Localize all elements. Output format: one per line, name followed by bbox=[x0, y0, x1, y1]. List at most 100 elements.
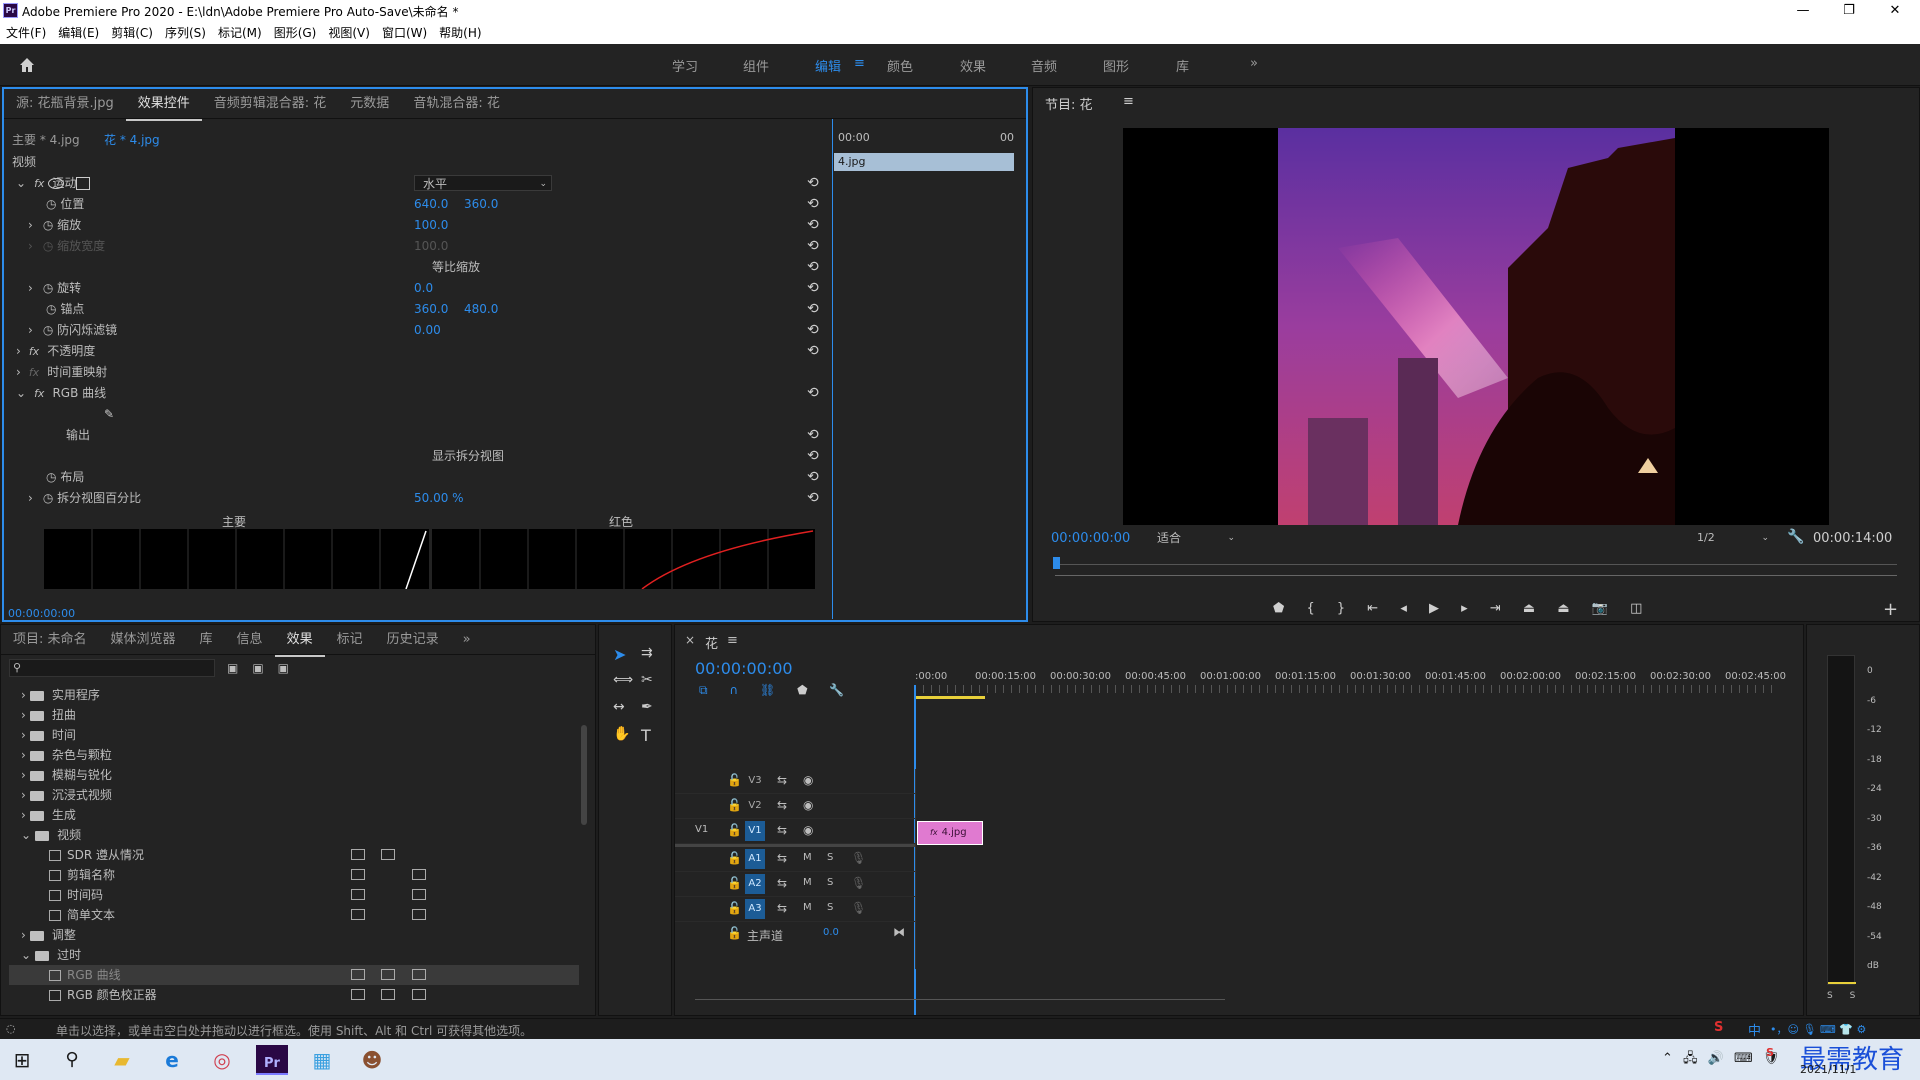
reset-icon[interactable]: ⟲ bbox=[807, 383, 819, 404]
step-back-icon[interactable]: ◂ bbox=[1400, 601, 1407, 616]
tree-item-rgb-color-corrector[interactable]: RGB 颜色校正器 bbox=[9, 985, 579, 1005]
mute-button[interactable]: M bbox=[803, 877, 812, 888]
image-viewer-icon[interactable]: ☻ bbox=[356, 1045, 388, 1075]
type-tool-icon[interactable]: T bbox=[641, 726, 651, 745]
program-resolution-dropdown[interactable]: 1/2 ⌄ bbox=[1691, 529, 1775, 547]
source-patch-v1[interactable]: V1 bbox=[695, 824, 708, 835]
reset-icon[interactable]: ⟲ bbox=[807, 341, 819, 362]
scale-value[interactable]: 100.0 bbox=[414, 215, 448, 236]
wrench-icon[interactable]: 🔧 bbox=[1787, 529, 1804, 545]
go-to-in-icon[interactable]: ⇤ bbox=[1367, 601, 1378, 616]
add-marker-icon[interactable]: ⬟ bbox=[797, 683, 807, 697]
timeline-timecode[interactable]: 00:00:00:00 bbox=[695, 659, 793, 678]
fx-opacity-row[interactable]: › fx 不透明度 ⟲ bbox=[4, 341, 829, 362]
start-windows-icon[interactable]: ⊞ bbox=[6, 1045, 38, 1075]
menu-sequence[interactable]: 序列(S) bbox=[159, 22, 212, 44]
lock-icon[interactable]: 🔓 bbox=[727, 798, 742, 812]
program-video-frame[interactable] bbox=[1123, 128, 1829, 525]
sync-lock-icon[interactable]: ⇆ bbox=[777, 851, 787, 865]
tab-project[interactable]: 项目: 未命名 bbox=[1, 625, 99, 655]
tree-item-sdr[interactable]: SDR 遵从情况 bbox=[9, 845, 579, 865]
stopwatch-icon[interactable]: ◷ bbox=[33, 281, 53, 295]
ime-mode[interactable]: 中 bbox=[1748, 1020, 1761, 1039]
timeline-horizontal-scroll[interactable] bbox=[695, 999, 1225, 1000]
lift-icon[interactable]: ⏏ bbox=[1523, 601, 1535, 616]
menu-window[interactable]: 窗口(W) bbox=[376, 22, 433, 44]
menu-edit[interactable]: 编辑(E) bbox=[52, 22, 105, 44]
menu-clip[interactable]: 剪辑(C) bbox=[105, 22, 159, 44]
tab-markers[interactable]: 标记 bbox=[325, 625, 375, 655]
tab-history[interactable]: 历史记录 bbox=[375, 625, 451, 655]
workspace-graphics[interactable]: 图形 bbox=[1103, 56, 1129, 75]
solo-button[interactable]: S bbox=[827, 877, 833, 888]
master-volume-value[interactable]: 0.0 bbox=[823, 927, 839, 938]
track-a1-target[interactable]: A1 bbox=[745, 849, 765, 869]
reset-icon[interactable]: ⟲ bbox=[807, 257, 819, 278]
tab-source[interactable]: 源: 花瓶背景.jpg bbox=[4, 89, 126, 119]
mute-button[interactable]: M bbox=[803, 902, 812, 913]
tree-item-timecode[interactable]: 时间码 bbox=[9, 885, 579, 905]
reset-icon[interactable]: ⟲ bbox=[807, 446, 819, 467]
maximize-button[interactable]: ❐ bbox=[1826, 0, 1872, 22]
tree-item-obsolete[interactable]: ⌄ 过时 bbox=[9, 945, 579, 965]
razor-tool-icon[interactable]: ✂ bbox=[641, 672, 653, 688]
tray-sogou-icon[interactable]: S bbox=[1766, 1046, 1774, 1059]
tree-item-simple-text[interactable]: 简单文本 bbox=[9, 905, 579, 925]
flicker-value[interactable]: 0.00 bbox=[414, 320, 441, 341]
tab-effect-controls[interactable]: 效果控件 bbox=[125, 89, 202, 121]
sogou-ime-icon[interactable]: S bbox=[1714, 1020, 1723, 1035]
slip-tool-icon[interactable]: ↔ bbox=[613, 699, 625, 715]
mute-button[interactable]: M bbox=[803, 852, 812, 863]
tree-item-rgb-curves[interactable]: RGB 曲线 bbox=[9, 965, 579, 985]
workspace-libraries[interactable]: 库 bbox=[1176, 56, 1189, 75]
panel-menu-icon[interactable]: ≡ bbox=[1123, 94, 1134, 109]
tree-item-time[interactable]: › 时间 bbox=[9, 725, 579, 745]
menu-help[interactable]: 帮助(H) bbox=[433, 22, 487, 44]
solo-button[interactable]: S bbox=[827, 902, 833, 913]
tree-item-generate[interactable]: › 生成 bbox=[9, 805, 579, 825]
program-title[interactable]: 节目: 花 bbox=[1045, 94, 1093, 113]
workspace-editing[interactable]: 编辑 bbox=[815, 56, 841, 75]
home-icon[interactable] bbox=[18, 56, 36, 74]
anchor-y-value[interactable]: 480.0 bbox=[464, 299, 498, 320]
meter-solo-buttons[interactable]: S S bbox=[1827, 991, 1855, 1001]
wrench-icon[interactable]: 🔧 bbox=[829, 683, 844, 697]
hand-tool-icon[interactable]: ✋ bbox=[613, 726, 630, 742]
nest-icon[interactable]: ⧉ bbox=[699, 683, 708, 697]
premiere-taskbar-icon[interactable]: Pr bbox=[256, 1045, 288, 1075]
mini-clip-bar[interactable]: 4.jpg bbox=[834, 153, 1014, 171]
mic-icon[interactable]: 🎙 bbox=[851, 876, 866, 890]
edge-browser-icon[interactable]: e bbox=[156, 1045, 188, 1075]
work-area-bar[interactable] bbox=[915, 696, 985, 699]
mic-icon[interactable]: 🎙 bbox=[851, 901, 866, 915]
tree-item-noise-grain[interactable]: › 杂色与颗粒 bbox=[9, 745, 579, 765]
tree-item-clip-name[interactable]: 剪辑名称 bbox=[9, 865, 579, 885]
stopwatch-icon[interactable]: ◷ bbox=[33, 323, 53, 337]
menu-graphics[interactable]: 图形(G) bbox=[268, 22, 323, 44]
eye-icon[interactable]: ◉ bbox=[803, 798, 813, 812]
app-icon[interactable]: ◎ bbox=[206, 1045, 238, 1075]
split-percent-value[interactable]: 50.00 % bbox=[414, 488, 464, 509]
close-button[interactable]: ✕ bbox=[1872, 0, 1918, 22]
effects-scrollbar[interactable] bbox=[581, 725, 587, 825]
file-explorer-icon[interactable]: ▰ bbox=[106, 1045, 138, 1075]
workspace-effects[interactable]: 效果 bbox=[960, 56, 986, 75]
master-clip-label[interactable]: 主要 * 4.jpg bbox=[12, 131, 80, 148]
menu-view[interactable]: 视图(V) bbox=[322, 22, 376, 44]
tab-media-browser[interactable]: 媒体浏览器 bbox=[99, 625, 188, 655]
reset-icon[interactable]: ⟲ bbox=[807, 425, 819, 446]
tree-item-blur-sharpen[interactable]: › 模糊与锐化 bbox=[9, 765, 579, 785]
track-a3-target[interactable]: A3 bbox=[745, 899, 765, 919]
workspace-audio[interactable]: 音频 bbox=[1031, 56, 1057, 75]
mini-playhead[interactable] bbox=[832, 119, 833, 619]
track-select-tool-icon[interactable]: ⇉ bbox=[641, 645, 653, 661]
effects-filter-buttons[interactable]: ▣▣▣ bbox=[227, 661, 303, 675]
reset-icon[interactable]: ⟲ bbox=[807, 320, 819, 341]
timeline-vertical-scroll[interactable] bbox=[1787, 705, 1793, 1005]
master-bowtie-icon[interactable]: ⧓ bbox=[893, 925, 905, 939]
snap-icon[interactable]: ∩ bbox=[729, 683, 738, 697]
sync-lock-icon[interactable]: ⇆ bbox=[777, 901, 787, 915]
step-forward-icon[interactable]: ▸ bbox=[1461, 601, 1468, 616]
search-icon[interactable]: ⚲ bbox=[56, 1045, 88, 1075]
stopwatch-icon[interactable]: ◷ bbox=[33, 218, 53, 232]
